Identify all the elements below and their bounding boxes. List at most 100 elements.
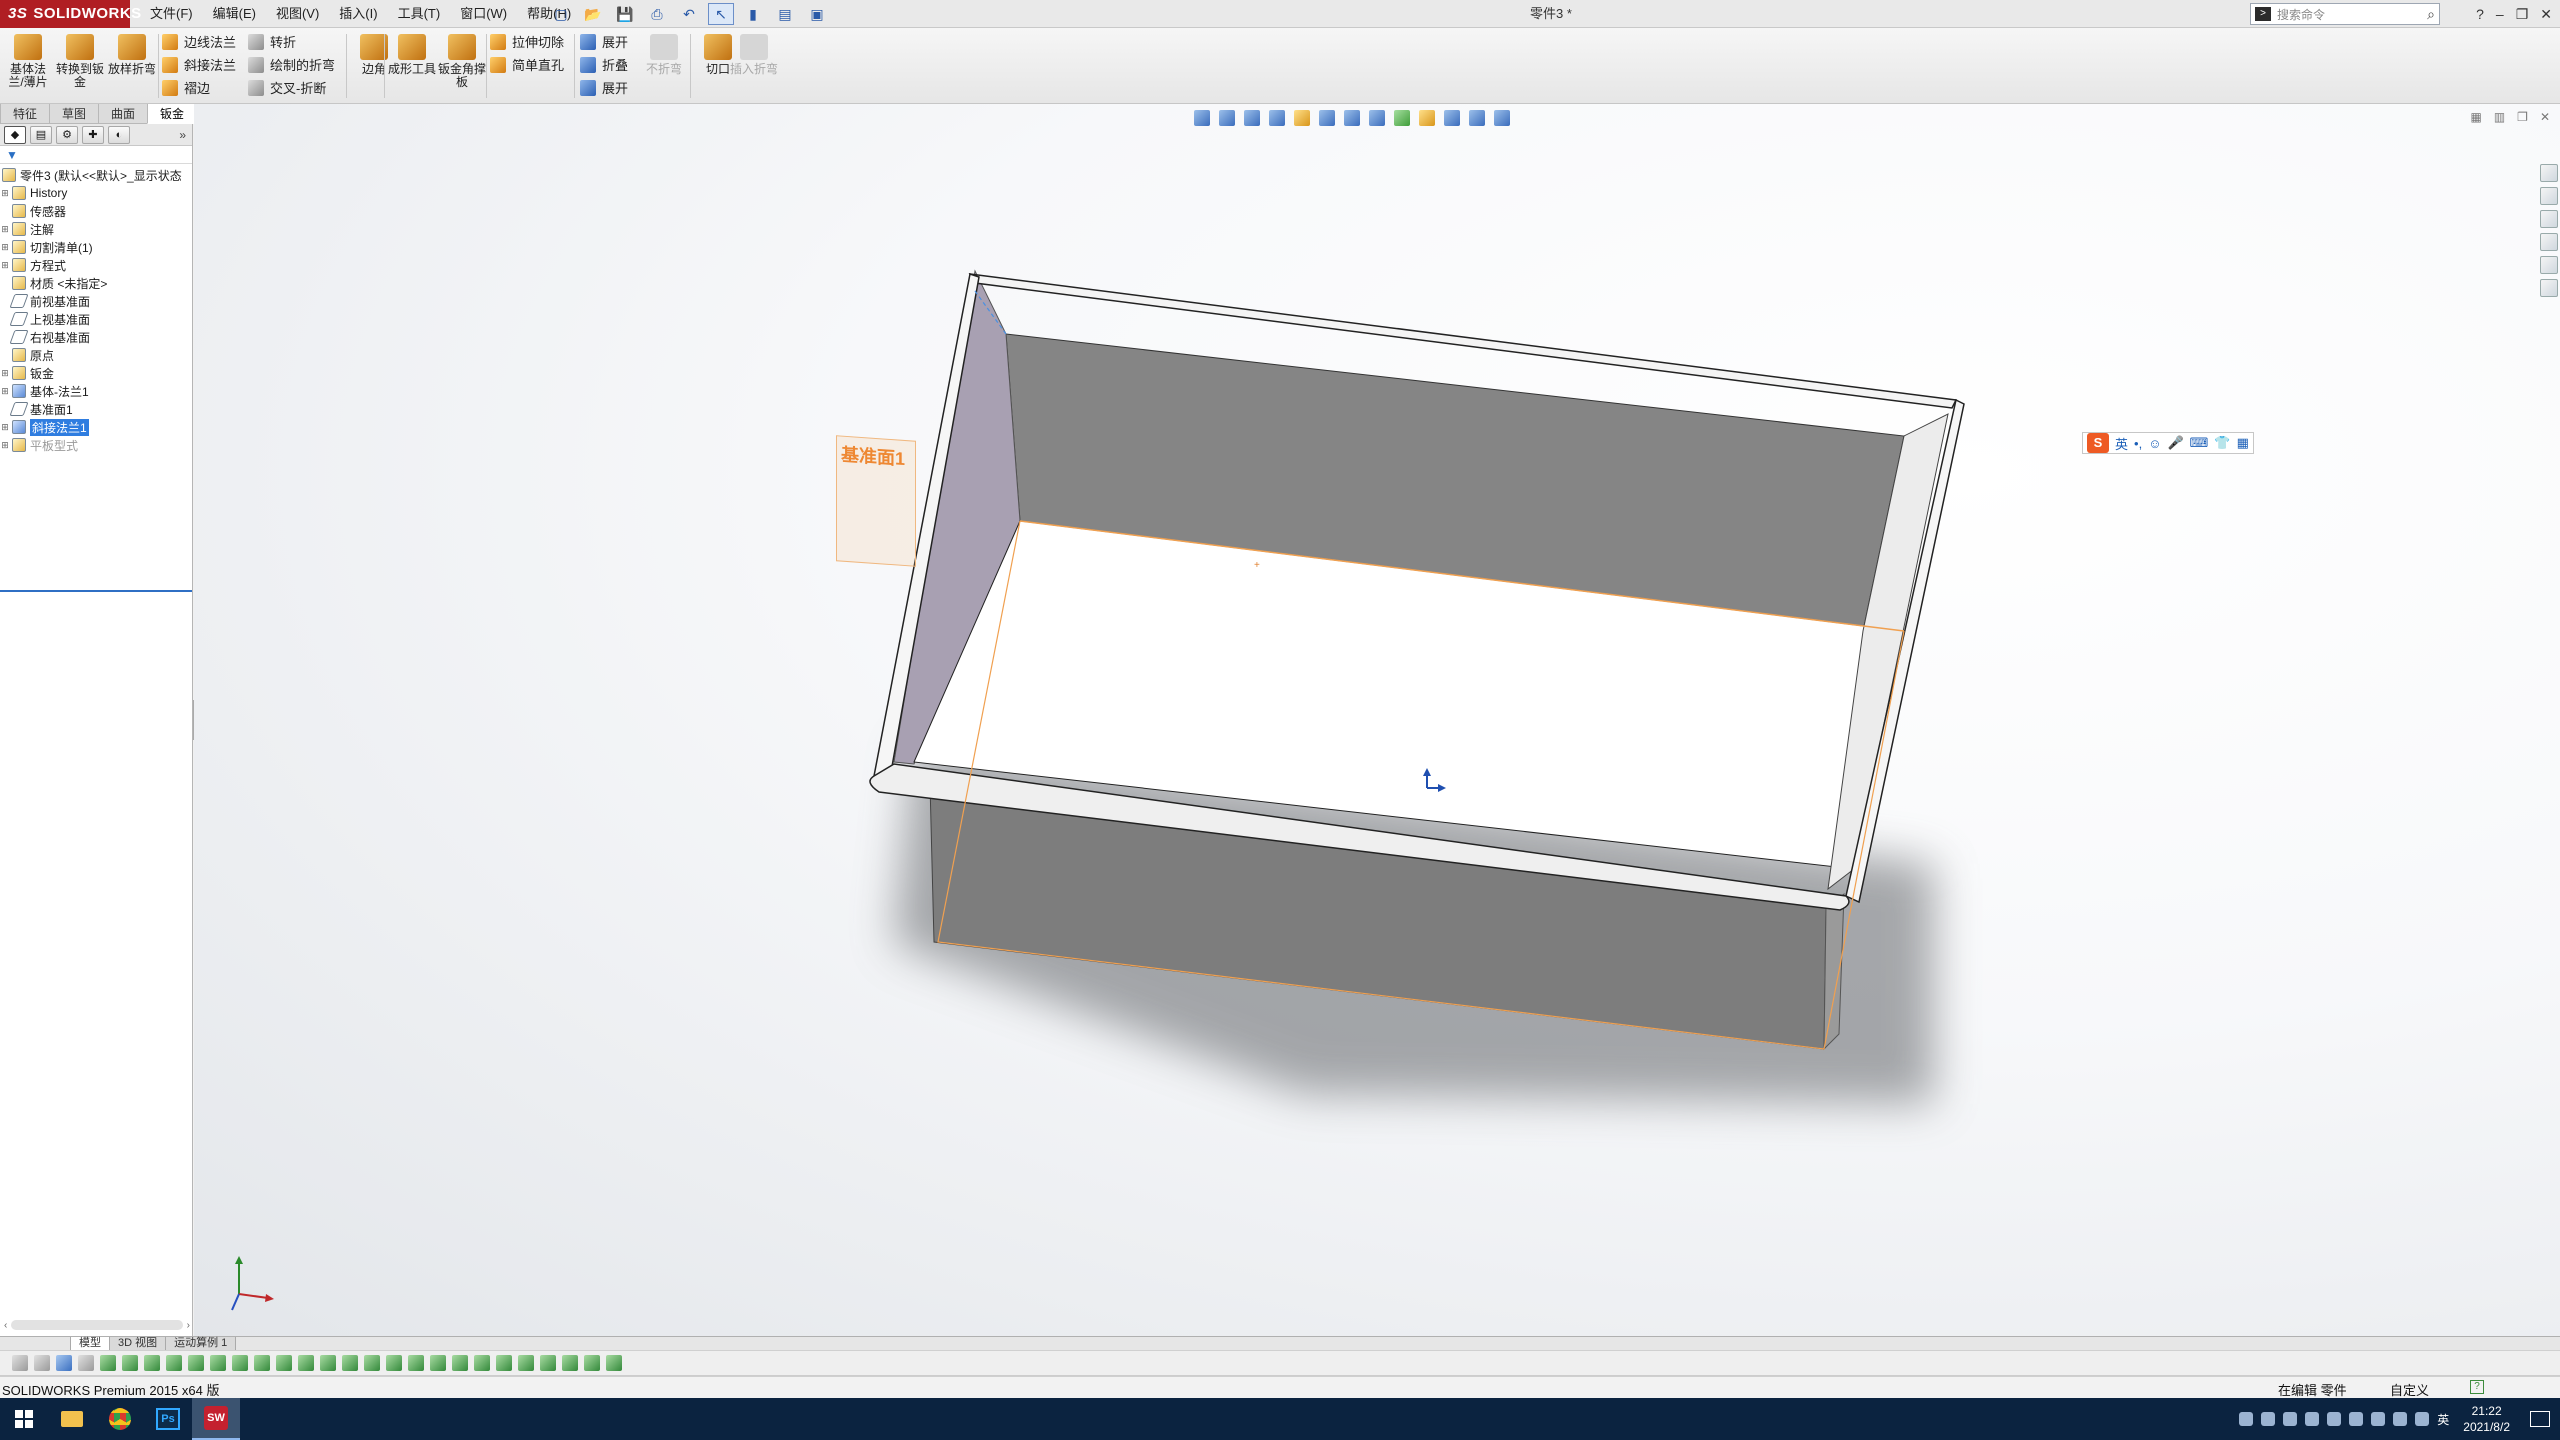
edge-flange-button[interactable]: 边线法兰 xyxy=(162,32,236,51)
sketch-point-icon[interactable] xyxy=(210,1355,226,1371)
ime-punctuation-icon[interactable]: •, xyxy=(2134,436,2142,451)
minimize-icon[interactable]: – xyxy=(2496,0,2504,28)
search-commands-field[interactable]: > 搜索命令 ⌕ xyxy=(2250,3,2440,25)
sheet-metal-model[interactable]: + xyxy=(194,104,2560,1336)
tree-filter[interactable]: ▼ xyxy=(0,146,192,164)
tree-item[interactable]: ⊞ 基体-法兰1 xyxy=(0,382,192,400)
tree-item[interactable]: ⊞ 注解 xyxy=(0,220,192,238)
quick-snaps-icon[interactable] xyxy=(496,1355,512,1371)
move-entities-icon[interactable] xyxy=(584,1355,600,1371)
sketch-pattern-icon[interactable] xyxy=(386,1355,402,1371)
dynamic-annotation-icon[interactable] xyxy=(1294,110,1310,126)
scroll-track[interactable] xyxy=(11,1320,183,1330)
hem-button[interactable]: 褶边 xyxy=(162,78,236,97)
view-settings-icon[interactable] xyxy=(1444,110,1460,126)
menu-edit[interactable]: 编辑(E) xyxy=(203,0,266,28)
expand-toggle-icon[interactable]: ⊞ xyxy=(0,422,10,433)
taskbar-solidworks[interactable]: SW xyxy=(192,1398,240,1440)
tree-item[interactable]: 前视基准面 xyxy=(0,292,192,310)
section-view-icon[interactable] xyxy=(1269,110,1285,126)
ime-toolbar[interactable]: S 英 •, ☺ 🎤 ⌨ 👕 ▦ xyxy=(2082,432,2254,454)
menu-window[interactable]: 窗口(W) xyxy=(450,0,517,28)
expand-toggle-icon[interactable]: ⊞ xyxy=(0,260,10,271)
custom-properties-icon[interactable] xyxy=(2540,279,2558,297)
ime-emoji-icon[interactable]: ☺ xyxy=(2148,436,2161,451)
previous-view-icon[interactable] xyxy=(1244,110,1260,126)
expand-toggle-icon[interactable]: ⊞ xyxy=(0,386,10,397)
command-tab[interactable]: 草图 xyxy=(49,104,100,124)
select-pointer-icon[interactable]: ↖ xyxy=(708,3,734,25)
smart-dimension-icon[interactable] xyxy=(408,1355,424,1371)
tray-network-app-icon[interactable] xyxy=(2261,1412,2276,1426)
tray-wifi-icon[interactable] xyxy=(2371,1412,2386,1426)
extruded-cut-button[interactable]: 拉伸切除 xyxy=(490,32,564,51)
ime-language-toggle[interactable]: 英 xyxy=(2115,434,2128,453)
expand-toggle-icon[interactable]: ⊞ xyxy=(0,242,10,253)
display-manager-icon[interactable] xyxy=(1494,110,1510,126)
display-style-icon[interactable] xyxy=(1344,110,1360,126)
file-explorer-icon[interactable] xyxy=(2540,210,2558,228)
tree-item[interactable]: 右视基准面 xyxy=(0,328,192,346)
notification-center-icon[interactable] xyxy=(2530,1411,2550,1427)
simple-hole-button[interactable]: 简单直孔 xyxy=(490,55,564,74)
add-relation-icon[interactable] xyxy=(430,1355,446,1371)
tray-sync-icon[interactable] xyxy=(2305,1412,2320,1426)
sketch-spline-icon[interactable] xyxy=(188,1355,204,1371)
menu-file[interactable]: 文件(F) xyxy=(140,0,203,28)
file-properties-icon[interactable]: ▤ xyxy=(772,3,798,25)
tree-item[interactable]: ⊞ 斜接法兰1 xyxy=(0,418,192,436)
dimxpert-manager-tab-icon[interactable]: ✚ xyxy=(82,125,104,144)
realview-icon[interactable] xyxy=(1469,110,1485,126)
shaded-sketch-icon[interactable] xyxy=(562,1355,578,1371)
sketch-trim-icon[interactable] xyxy=(320,1355,336,1371)
design-library-icon[interactable] xyxy=(2540,187,2558,205)
scroll-right-icon[interactable]: › xyxy=(187,1320,190,1331)
model-view-tab[interactable]: 运动算例 1 xyxy=(165,1337,237,1351)
solidworks-logo[interactable]: 3S SOLIDWORKS xyxy=(0,0,141,28)
tray-show-hidden-icon[interactable] xyxy=(2327,1412,2342,1426)
tree-item[interactable]: ⊞ 切割清单(1) xyxy=(0,238,192,256)
taskbar-clock[interactable]: 21:22 2021/8/2 xyxy=(2463,1403,2510,1435)
cross-break-button[interactable]: 交叉-折断 xyxy=(248,78,335,97)
ime-voice-icon[interactable]: 🎤 xyxy=(2167,435,2183,451)
tray-volume-icon[interactable] xyxy=(2393,1412,2408,1426)
feature-manager-tab-icon[interactable]: ◆ xyxy=(4,125,26,144)
panel-horizontal-scrollbar[interactable]: ‹ › xyxy=(4,1318,190,1332)
taskbar-browser[interactable] xyxy=(96,1398,144,1440)
no-bends-button[interactable]: 不折弯 xyxy=(640,32,688,100)
split-view-icon[interactable]: ▥ xyxy=(2494,110,2505,124)
menu-insert[interactable]: 插入(I) xyxy=(329,0,387,28)
flatten-button[interactable]: 展开 xyxy=(580,78,628,97)
print-icon[interactable]: ⎙ xyxy=(644,3,670,25)
model-view-tab[interactable]: 模型 xyxy=(70,1337,110,1351)
ime-toolbox-icon[interactable]: ▦ xyxy=(2237,435,2249,451)
unfold-button[interactable]: 展开 xyxy=(580,32,628,51)
lofted-bend-button[interactable]: 放样折弯 xyxy=(108,32,156,100)
undo-icon[interactable]: ↶ xyxy=(676,3,702,25)
tree-item[interactable]: 上视基准面 xyxy=(0,310,192,328)
sketch-rectangle-icon[interactable] xyxy=(122,1355,138,1371)
tray-battery-icon[interactable] xyxy=(2349,1412,2364,1426)
rebuild-icon[interactable]: ▮ xyxy=(740,3,766,25)
fold-button[interactable]: 折叠 xyxy=(580,55,628,74)
sketch-centerline-icon[interactable] xyxy=(232,1355,248,1371)
sketch-arc-icon[interactable] xyxy=(166,1355,182,1371)
close-document-icon[interactable]: ✕ xyxy=(2540,110,2550,124)
zoom-to-area-icon[interactable] xyxy=(1219,110,1235,126)
hide-show-items-icon[interactable] xyxy=(1369,110,1385,126)
reference-plane-1[interactable]: 基准面1 xyxy=(836,435,916,567)
solidworks-resources-icon[interactable] xyxy=(2540,164,2558,182)
save-icon[interactable]: 💾 xyxy=(612,3,638,25)
sketch-extend-icon[interactable] xyxy=(342,1355,358,1371)
zoom-to-fit-icon[interactable] xyxy=(1194,110,1210,126)
forming-tool-button[interactable]: 成形工具 xyxy=(388,32,436,100)
close-icon[interactable]: ✕ xyxy=(2540,0,2552,28)
display-relations-icon[interactable] xyxy=(452,1355,468,1371)
expand-toggle-icon[interactable]: ⊞ xyxy=(0,440,10,451)
sketch-chamfer-icon[interactable] xyxy=(276,1355,292,1371)
taskbar-file-explorer[interactable] xyxy=(48,1398,96,1440)
tree-item[interactable]: 材质 <未指定> xyxy=(0,274,192,292)
display-manager-tab-icon[interactable]: ◐ xyxy=(108,125,130,144)
sketched-bend-button[interactable]: 绘制的折弯 xyxy=(248,55,335,74)
new-document-icon[interactable]: ▢ xyxy=(548,3,574,25)
